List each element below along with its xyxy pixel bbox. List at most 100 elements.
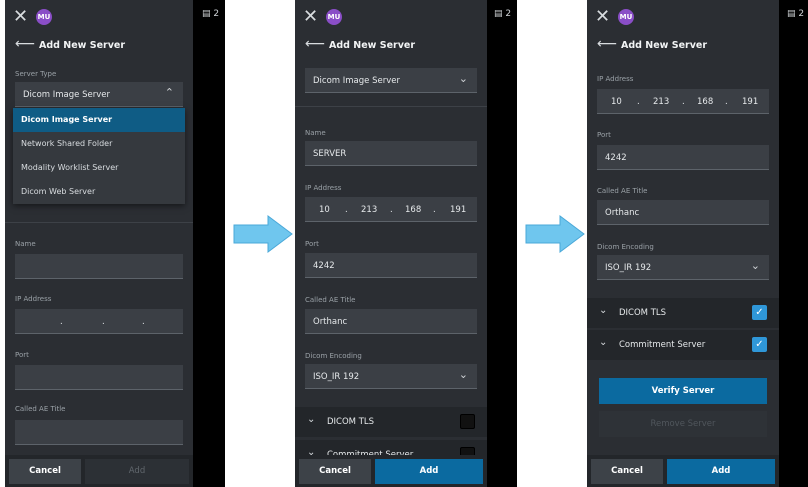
right-arrow-icon	[233, 215, 293, 253]
ip-octet-1: 10	[611, 97, 622, 107]
add-button[interactable]: Add	[667, 459, 775, 484]
aet-label: Called AE Title	[597, 187, 648, 195]
ip-address-input[interactable]: . . .	[15, 309, 183, 334]
port-value: 4242	[605, 153, 627, 163]
dicom-tls-label: DICOM TLS	[327, 417, 375, 427]
divider	[5, 222, 193, 223]
screen-server-type-dropdown: ✕ MU ⟵ Add New Server Server Type Dicom …	[5, 0, 193, 487]
header: ⟵ Add New Server	[5, 36, 193, 57]
close-icon[interactable]: ✕	[13, 6, 28, 28]
option-dicom-image-server[interactable]: Dicom Image Server	[13, 108, 185, 132]
top-bar: ✕ MU	[5, 6, 193, 28]
encoding-label: Dicom Encoding	[305, 352, 362, 360]
server-type-select[interactable]: Dicom Image Server ⌃	[15, 82, 183, 107]
badge-count: 2	[213, 9, 220, 19]
screen-server-form: ✕ MU ⟵ Add New Server Dicom Image Server…	[295, 0, 487, 487]
port-input[interactable]: 4242	[597, 145, 769, 170]
aet-input[interactable]: Orthanc	[597, 200, 769, 225]
badge-icon: ▤ 2	[202, 9, 220, 19]
commitment-server-section[interactable]: ⌄ Commitment Server ✓	[587, 330, 779, 360]
badge-count: 2	[505, 9, 512, 19]
server-type-value: Dicom Image Server	[313, 76, 400, 86]
close-icon[interactable]: ✕	[595, 6, 610, 28]
chevron-down-icon: ⌄	[750, 259, 760, 272]
server-type-label: Server Type	[15, 70, 57, 78]
screen-server-form-scrolled: ✕ MU ⟵ Add New Server IP Address 10 . 21…	[587, 0, 779, 487]
bottom-bar: Cancel Add	[295, 455, 487, 487]
remove-server-button[interactable]: Remove Server	[599, 411, 767, 437]
ip-address-input[interactable]: 10 . 213 . 168 . 191	[305, 197, 477, 222]
commitment-server-label: Commitment Server	[619, 340, 706, 350]
top-bar: ✕ MU	[295, 6, 487, 28]
ip-dot: .	[102, 317, 105, 327]
ip-address-input[interactable]: 10 . 213 . 168 . 191	[597, 89, 769, 114]
chevron-down-icon: ⌄	[307, 414, 316, 425]
encoding-select[interactable]: ISO_IR 192 ⌄	[305, 364, 477, 389]
badge-count: 2	[798, 9, 805, 19]
header: ⟵ Add New Server	[587, 36, 779, 57]
side-strip: ▤ 2	[487, 0, 517, 487]
ip-label: IP Address	[597, 75, 634, 83]
name-input[interactable]: SERVER	[305, 141, 477, 166]
ip-dot: .	[682, 97, 685, 107]
ip-octet-1: 10	[319, 205, 330, 215]
ip-octet-4: 191	[742, 97, 759, 107]
aet-value: Orthanc	[313, 317, 348, 327]
header: ⟵ Add New Server	[295, 36, 487, 57]
verify-server-button[interactable]: Verify Server	[599, 378, 767, 404]
chevron-down-icon: ⌄	[458, 72, 468, 85]
divider	[295, 106, 487, 107]
name-input[interactable]	[15, 254, 183, 279]
add-button[interactable]: Add	[375, 459, 483, 484]
ip-dot: .	[345, 205, 348, 215]
page-title: Add New Server	[329, 40, 416, 51]
ip-octet-2: 213	[361, 205, 378, 215]
ip-dot: .	[725, 97, 728, 107]
dicom-tls-checkbox[interactable]: ✓	[752, 305, 767, 320]
back-arrow-icon[interactable]: ⟵	[15, 36, 35, 52]
page-title: Add New Server	[39, 40, 126, 51]
option-dicom-web-server[interactable]: Dicom Web Server	[13, 180, 185, 204]
dicom-tls-checkbox[interactable]	[460, 414, 475, 429]
avatar[interactable]: MU	[326, 9, 342, 25]
name-value: SERVER	[313, 149, 347, 159]
aet-input[interactable]: Orthanc	[305, 309, 477, 334]
ip-octet-3: 168	[697, 97, 714, 107]
cancel-button[interactable]: Cancel	[299, 459, 371, 484]
ip-dot: .	[390, 205, 393, 215]
option-modality-worklist-server[interactable]: Modality Worklist Server	[13, 156, 185, 180]
chevron-down-icon: ⌄	[599, 305, 608, 316]
port-label: Port	[597, 131, 611, 139]
bottom-bar: Cancel Add	[5, 455, 193, 487]
ip-octet-2: 213	[653, 97, 670, 107]
avatar[interactable]: MU	[36, 9, 52, 25]
back-arrow-icon[interactable]: ⟵	[305, 36, 325, 52]
commitment-server-checkbox[interactable]: ✓	[752, 337, 767, 352]
port-input[interactable]: 4242	[305, 253, 477, 278]
port-label: Port	[15, 351, 29, 359]
option-network-shared-folder[interactable]: Network Shared Folder	[13, 132, 185, 156]
port-input[interactable]	[15, 365, 183, 390]
cancel-button[interactable]: Cancel	[9, 459, 81, 484]
aet-input[interactable]	[15, 420, 183, 445]
chevron-up-icon: ⌃	[164, 86, 174, 99]
close-icon[interactable]: ✕	[303, 6, 318, 28]
chevron-down-icon: ⌄	[458, 368, 468, 381]
server-type-select[interactable]: Dicom Image Server ⌄	[305, 68, 477, 93]
server-type-value: Dicom Image Server	[23, 90, 110, 100]
page-title: Add New Server	[621, 40, 708, 51]
dicom-tls-section[interactable]: ⌄ DICOM TLS ✓	[587, 298, 779, 328]
port-value: 4242	[313, 261, 335, 271]
server-type-options: Dicom Image Server Network Shared Folder…	[13, 108, 185, 204]
aet-value: Orthanc	[605, 208, 640, 218]
dicom-tls-section[interactable]: ⌄ DICOM TLS	[295, 407, 487, 437]
top-bar: ✕ MU	[587, 6, 779, 28]
cancel-button[interactable]: Cancel	[591, 459, 663, 484]
avatar[interactable]: MU	[618, 9, 634, 25]
encoding-select[interactable]: ISO_IR 192 ⌄	[597, 255, 769, 280]
name-label: Name	[305, 129, 326, 137]
chevron-down-icon: ⌄	[599, 337, 608, 348]
back-arrow-icon[interactable]: ⟵	[597, 36, 617, 52]
add-button[interactable]: Add	[85, 459, 189, 484]
ip-dot: .	[637, 97, 640, 107]
